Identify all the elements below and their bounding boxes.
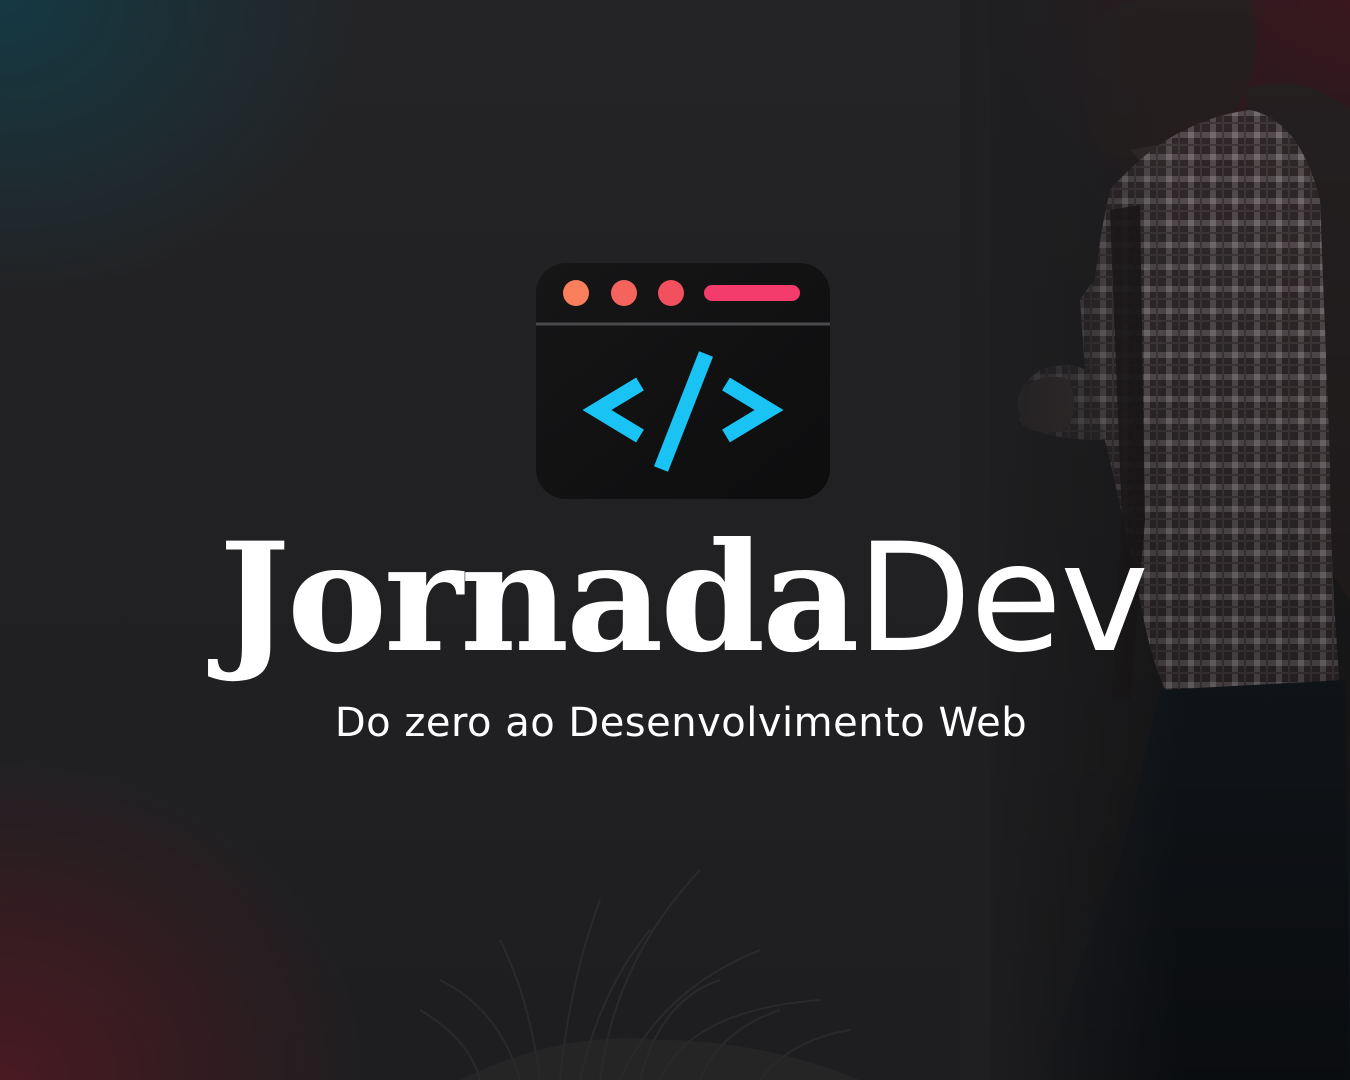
brand-name-light: Dev <box>856 512 1149 686</box>
brand-name-bold: Jornada <box>219 510 859 686</box>
window-title-bar <box>704 285 800 301</box>
window-dot-3 <box>658 280 684 306</box>
brand-title: JornadaDev <box>0 523 1350 674</box>
window-dot-2 <box>611 280 637 306</box>
window-dot-1 <box>563 280 589 306</box>
code-window-icon <box>536 263 830 499</box>
hero-banner: JornadaDev Do zero ao Desenvolvimento We… <box>0 0 1350 1080</box>
tagline: Do zero ao Desenvolvimento Web <box>334 700 1028 746</box>
